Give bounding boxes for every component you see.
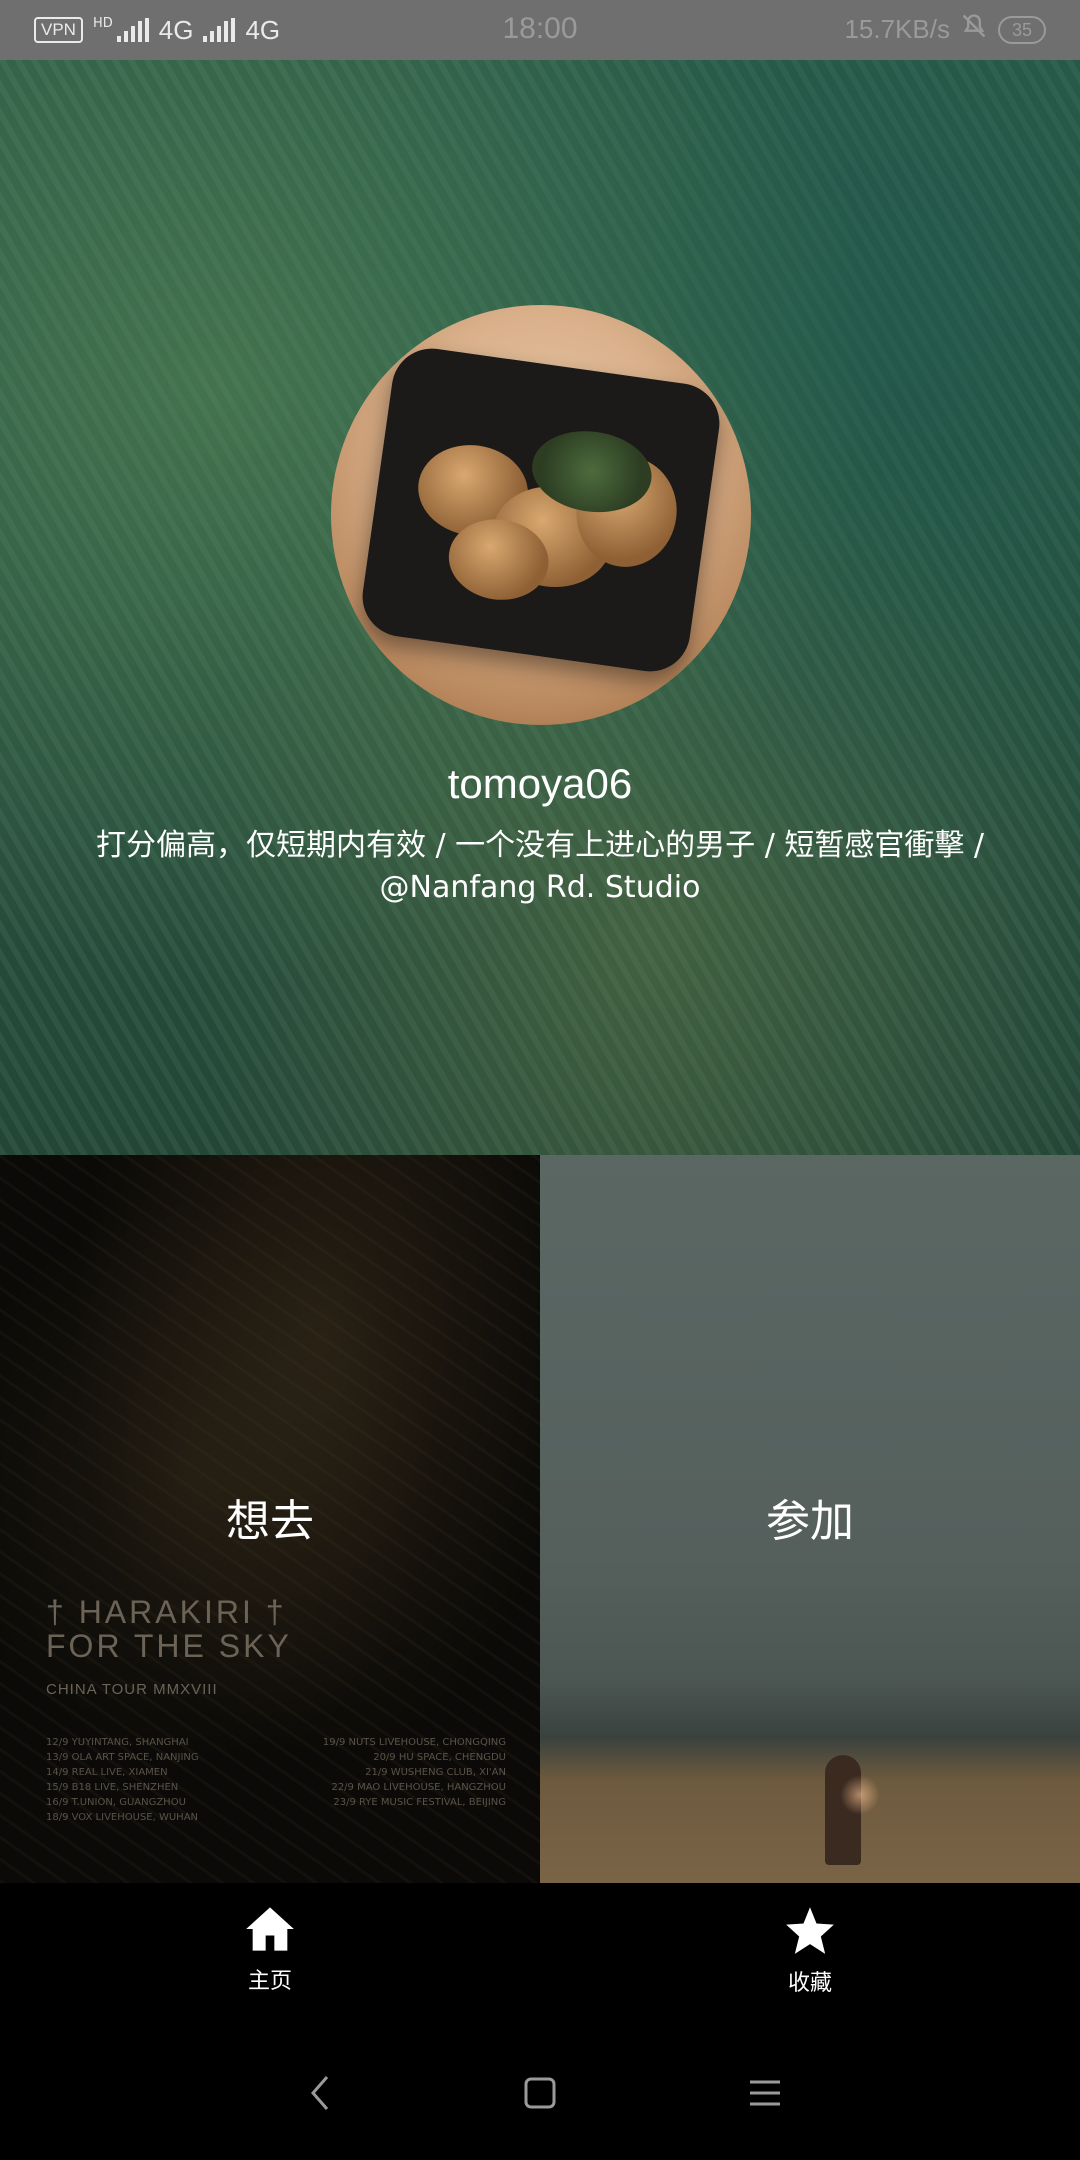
battery-indicator: 35: [997, 15, 1046, 44]
bio: 打分偏高，仅短期内有效 / 一个没有上进心的男子 / 短暂感官衝擊 / @Nan…: [40, 825, 1040, 909]
poster-title-1: † HARAKIRI †: [46, 1594, 287, 1630]
bio-line-1: 打分偏高，仅短期内有效 / 一个没有上进心的男子 / 短暂感官衝擊 /: [95, 828, 984, 863]
star-icon: [784, 1907, 836, 1959]
bio-line-2: @Nanfang Rd. Studio: [379, 870, 701, 905]
profile-header: tomoya06 打分偏高，仅短期内有效 / 一个没有上进心的男子 / 短暂感官…: [0, 60, 1080, 1155]
want-panel[interactable]: † HARAKIRI † FOR THE SKY CHINA TOUR MMXV…: [0, 1155, 540, 1883]
nav-home[interactable]: 主页: [170, 1905, 370, 1995]
menu-icon: [750, 2080, 780, 2106]
light-flare: [840, 1775, 880, 1815]
attend-panel[interactable]: 参加: [540, 1155, 1080, 1883]
bell-muted-icon: [960, 12, 988, 47]
poster-title-2: FOR THE SKY: [46, 1628, 292, 1664]
avatar[interactable]: [331, 305, 751, 725]
poster-date-row: 15/9 B18 LIVE, SHENZHEN 22/9 MAO LIVEHOUS…: [46, 1782, 506, 1793]
home-icon: [244, 1907, 296, 1957]
home-button[interactable]: [510, 2068, 570, 2118]
poster-text: † HARAKIRI † FOR THE SKY CHINA TOUR MMXV…: [46, 1595, 292, 1698]
want-label: 想去: [226, 1496, 314, 1547]
network-speed: 15.7KB/s: [844, 14, 950, 44]
poster-date-row: 12/9 YUYINTANG, SHANGHAI 19/9 NUTS LIVEHO…: [46, 1737, 506, 1748]
bottom-nav: 主页 收藏: [0, 1883, 1080, 2030]
system-nav-bar: [0, 2030, 1080, 2160]
attend-label: 参加: [766, 1496, 854, 1547]
nav-home-label: 主页: [247, 1969, 292, 1994]
status-right: 15.7KB/s 35: [844, 12, 1046, 47]
poster-subtitle: CHINA TOUR MMXVIII: [46, 1681, 218, 1698]
nav-favorites[interactable]: 收藏: [710, 1905, 910, 1997]
poster-date-row: 18/9 VOX LIVEHOUSE, WUHAN: [46, 1812, 199, 1823]
status-bar: VPN HD 4G 4G 18:00 15.7KB/s 35: [0, 0, 1080, 60]
menu-button[interactable]: [735, 2068, 795, 2118]
nav-favorites-label: 收藏: [787, 1971, 832, 1996]
username: tomoya06: [447, 760, 633, 807]
back-icon: [311, 2076, 329, 2110]
poster-date-row: 14/9 REAL LIVE, XIAMEN 21/9 WUSHENG CLUB,…: [46, 1767, 506, 1778]
square-icon: [524, 2077, 556, 2109]
poster-date-row: 16/9 T.UNION, GUANGZHOU 23/9 RYE MUSIC FE…: [46, 1797, 506, 1808]
avatar-dish: [357, 343, 725, 677]
back-button[interactable]: [290, 2068, 350, 2118]
poster-date-row: 13/9 OLA ART SPACE, NANJING 20/9 HU SPACE…: [46, 1752, 506, 1763]
poster-dates: 12/9 YUYINTANG, SHANGHAI 19/9 NUTS LIVEHO…: [46, 1735, 506, 1825]
